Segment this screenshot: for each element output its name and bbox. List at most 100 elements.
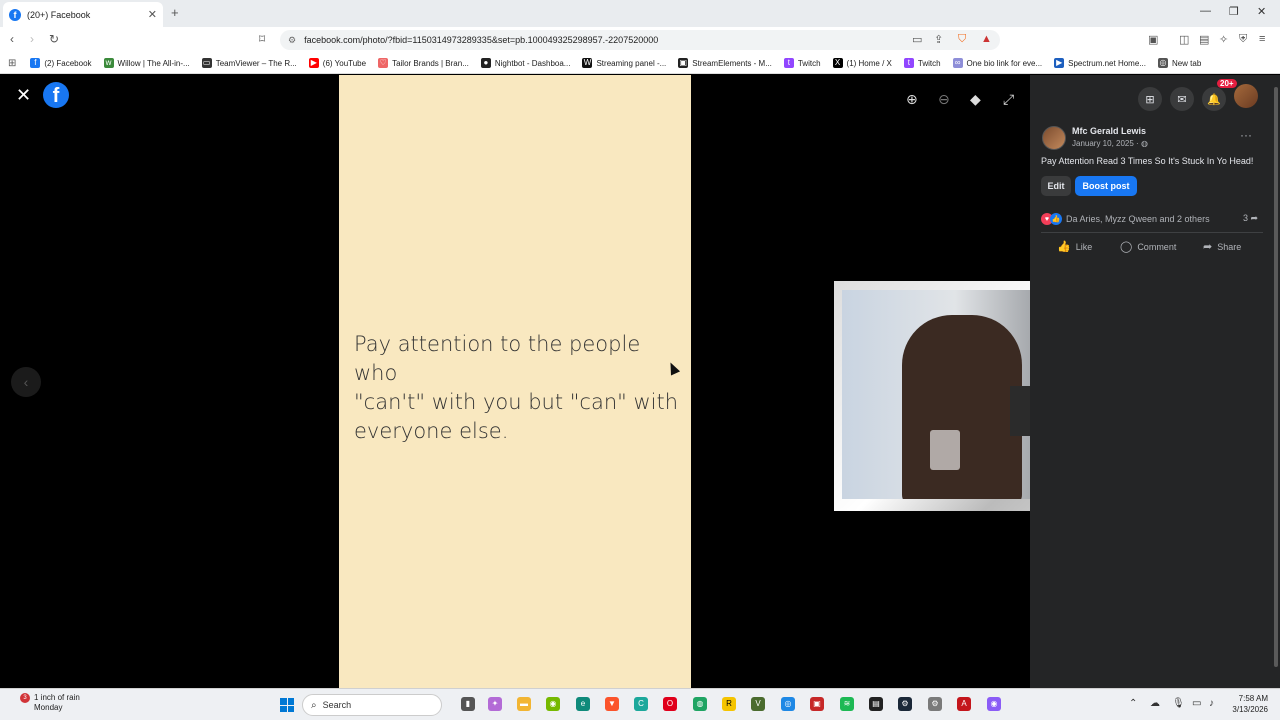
edge-icon[interactable]: e — [576, 697, 590, 711]
reactions-text: Da Aries, Myzz Qween and 2 others — [1066, 214, 1210, 224]
maximize-icon[interactable]: ❐ — [1229, 5, 1239, 18]
mic-icon[interactable]: 🎙 — [1172, 698, 1185, 709]
scrollbar[interactable] — [1272, 75, 1280, 688]
post-date[interactable]: January 10, 2025 · ◍ — [1072, 139, 1148, 148]
tag-icon[interactable]: ◆ — [970, 91, 981, 108]
weather-widget[interactable]: 3 1 inch of rain Monday — [14, 693, 80, 713]
settings-icon[interactable]: ⚙ — [928, 697, 942, 711]
app-icon[interactable]: C — [634, 697, 648, 711]
like-button[interactable]: 👍 Like — [1057, 240, 1092, 253]
start-icon[interactable] — [280, 698, 294, 712]
close-viewer-icon[interactable]: ✕ — [16, 85, 31, 106]
spotify-icon[interactable]: ≋ — [840, 697, 854, 711]
app-icon[interactable]: ▤ — [869, 697, 883, 711]
fullscreen-icon[interactable]: ⤢ — [1003, 91, 1014, 108]
bookmark-item[interactable]: f (2) Facebook — [30, 58, 92, 68]
messenger-icon[interactable]: ✉ — [1170, 87, 1194, 111]
bookmark-item[interactable]: ◎ New tab — [1157, 58, 1201, 68]
share-button[interactable]: ➦ Share — [1203, 240, 1241, 253]
account-avatar[interactable] — [1234, 84, 1258, 108]
app-icon[interactable]: ◍ — [693, 697, 707, 711]
app-icon[interactable]: ▣ — [810, 697, 824, 711]
cast-icon[interactable]: ▭ — [912, 33, 922, 46]
app-icon[interactable]: R — [722, 697, 736, 711]
file-explorer-icon[interactable]: ▬ — [517, 697, 531, 711]
scrollbar-thumb[interactable] — [1274, 87, 1278, 667]
window-close-icon[interactable]: ✕ — [1257, 5, 1266, 18]
apps-grid-icon[interactable]: ⊞ — [8, 58, 16, 69]
volume-icon[interactable]: ♪ — [1209, 698, 1214, 709]
reactions-summary[interactable]: ♥ 👍 Da Aries, Myzz Qween and 2 others — [1041, 213, 1210, 225]
bookmark-item[interactable]: ▶ Spectrum.net Home... — [1054, 58, 1146, 68]
notifications-badge: 20+ — [1217, 79, 1237, 88]
app-icon[interactable]: ◉ — [987, 697, 1001, 711]
tray-overflow-icon[interactable]: ⌃ — [1129, 698, 1137, 709]
tab-close-icon[interactable]: ✕ — [148, 8, 157, 21]
sidebar-icon[interactable]: ◫ — [1179, 33, 1189, 46]
steam-icon[interactable]: ⚙ — [898, 697, 912, 711]
new-tab-icon[interactable]: + — [171, 5, 179, 20]
app-icon[interactable]: A — [957, 697, 971, 711]
taskview-icon[interactable]: ▮ — [461, 697, 475, 711]
site-info-icon[interactable]: ⚙ — [288, 35, 296, 46]
copilot-icon[interactable]: ✦ — [488, 697, 502, 711]
back-icon[interactable]: ‹ — [10, 32, 14, 46]
tab-facebook[interactable]: f (20+) Facebook ✕ — [3, 2, 163, 27]
share-page-icon[interactable]: ⇪ — [934, 33, 943, 46]
bookmark-item[interactable]: w Willow | The All-in-... — [103, 58, 190, 68]
quote-line: Pay attention to the people who — [354, 332, 641, 385]
tab-search-icon[interactable]: ▣ — [1148, 33, 1158, 46]
photo-image: Pay attention to the people who "can't" … — [339, 75, 691, 688]
reload-icon[interactable]: ↻ — [49, 32, 59, 46]
clock[interactable]: 7:58 AM 3/13/2026 — [1224, 693, 1268, 715]
app-icon[interactable]: V — [751, 697, 765, 711]
edit-button[interactable]: Edit — [1041, 176, 1071, 196]
rewards-icon[interactable]: ▲ — [981, 33, 992, 45]
bookmark-icon[interactable]: ⌑ — [259, 32, 265, 46]
more-options-icon[interactable]: ··· — [1240, 128, 1252, 142]
bookmark-item[interactable]: t Twitch — [903, 58, 941, 68]
bookmark-item[interactable]: ▭ TeamViewer – The R... — [201, 58, 297, 68]
notifications-icon[interactable]: 🔔 — [1202, 87, 1226, 111]
weather-day: Monday — [34, 703, 63, 712]
app-icon[interactable]: ◎ — [781, 697, 795, 711]
comment-button[interactable]: ◯ Comment — [1120, 240, 1176, 253]
wallet-icon[interactable]: ▤ — [1199, 33, 1209, 46]
brave-icon[interactable]: ▼ — [605, 697, 619, 711]
bookmark-item[interactable]: ∞ One bio link for eve... — [952, 58, 1042, 68]
shares-count[interactable]: 3 ➦ — [1243, 213, 1258, 224]
brave-shield-icon[interactable]: ⛉ — [958, 33, 966, 46]
photo-quote-text: Pay attention to the people who "can't" … — [354, 330, 684, 446]
clock-date: 3/13/2026 — [1232, 705, 1268, 714]
vpn-icon[interactable]: ⛨ — [1239, 33, 1247, 46]
bookmark-item[interactable]: W Streaming panel -... — [582, 58, 666, 68]
extensions-icon[interactable]: ✧ — [1219, 33, 1228, 46]
network-icon[interactable]: ▭ — [1192, 698, 1201, 709]
post-author[interactable]: Mfc Gerald Lewis — [1072, 126, 1146, 136]
bookmark-item[interactable]: ▣ StreamElements - M... — [678, 58, 772, 68]
bookmark-item[interactable]: ▶ (6) YouTube — [308, 58, 366, 68]
share-count-icon: ➦ — [1250, 213, 1259, 223]
person-figure — [902, 315, 1022, 499]
bookmark-item[interactable]: t Twitch — [783, 58, 821, 68]
bookmark-item[interactable]: X (1) Home / X — [832, 58, 892, 68]
facebook-logo-icon[interactable]: f — [43, 82, 69, 108]
onedrive-icon[interactable]: ☁ — [1150, 698, 1160, 709]
menu-grid-icon[interactable]: ⊞ — [1138, 87, 1162, 111]
menu-icon[interactable]: ≡ — [1259, 33, 1265, 45]
opera-icon[interactable]: O — [663, 697, 677, 711]
forward-icon[interactable]: › — [30, 32, 34, 46]
weather-badge: 3 — [20, 693, 30, 703]
previous-photo-icon[interactable]: ‹ — [11, 367, 41, 397]
bookmark-item[interactable]: ● Nightbot - Dashboa... — [480, 58, 570, 68]
author-avatar[interactable] — [1042, 126, 1066, 150]
bookmark-item[interactable]: ♡ Tailor Brands | Bran... — [378, 58, 469, 68]
boost-post-button[interactable]: Boost post — [1075, 176, 1137, 196]
zoom-out-icon[interactable]: ⊖ — [938, 91, 950, 108]
minimize-icon[interactable]: — — [1200, 5, 1211, 17]
taskbar-search[interactable]: ⌕ Search — [302, 694, 442, 716]
zoom-in-icon[interactable]: ⊕ — [906, 91, 918, 108]
url-field[interactable]: ⚙ facebook.com/photo/?fbid=1150314973289… — [280, 30, 1000, 50]
nvidia-icon[interactable]: ◉ — [546, 697, 560, 711]
share-icon: ➦ — [1203, 241, 1213, 253]
